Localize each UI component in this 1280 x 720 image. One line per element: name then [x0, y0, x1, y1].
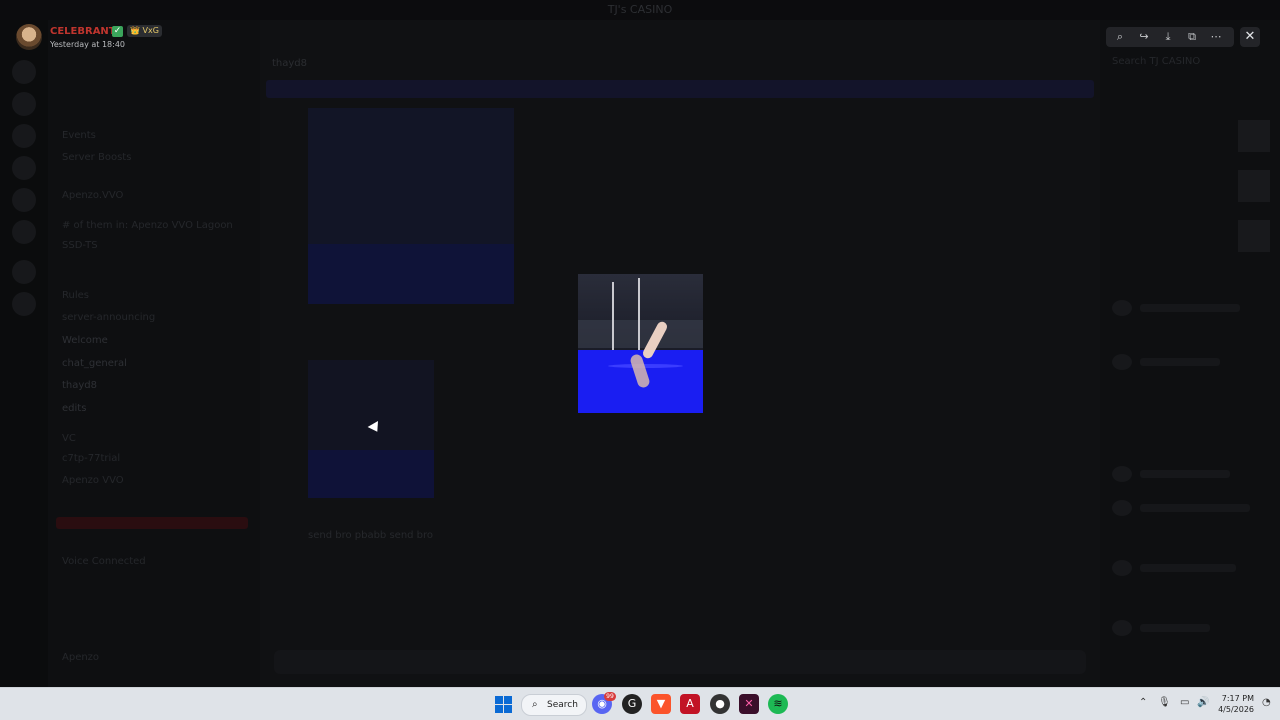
pole — [612, 282, 614, 352]
thumbnail[interactable] — [1238, 170, 1270, 202]
spotify-icon[interactable]: ≋ — [768, 694, 788, 714]
member-name — [1140, 358, 1220, 366]
channel-item[interactable]: thayd8 — [62, 380, 97, 392]
microphone-icon[interactable]: 🎙 — [1158, 697, 1171, 708]
member-name — [1140, 564, 1236, 572]
author-tag-label: VxG — [142, 26, 159, 35]
author-avatar[interactable] — [16, 24, 42, 50]
server-icon[interactable] — [12, 260, 36, 284]
open-in-browser-icon[interactable]: ⧉ — [1180, 27, 1204, 47]
ripple — [608, 364, 683, 368]
unread-mentions-bar[interactable] — [56, 517, 248, 529]
channel-sidebar: Events Server Boosts Apenzo.VVO # of the… — [48, 20, 260, 688]
search-icon: ⌕ — [532, 699, 538, 710]
notification-badge: 99 — [604, 692, 616, 701]
editor-icon[interactable]: ✕ — [739, 694, 759, 714]
app-icon[interactable]: ● — [710, 694, 730, 714]
author-name[interactable]: CELEBRANT — [50, 26, 116, 37]
close-viewer-button[interactable]: ✕ — [1240, 27, 1260, 47]
acrobat-icon[interactable]: A — [680, 694, 700, 714]
network-icon[interactable]: ▭ — [1180, 697, 1189, 708]
server-icon[interactable] — [12, 60, 36, 84]
thumbnail[interactable] — [1238, 220, 1270, 252]
thumbnail[interactable] — [1238, 120, 1270, 152]
forward-icon[interactable]: ↪ — [1132, 27, 1156, 47]
channel-item[interactable]: edits — [62, 403, 86, 415]
channel-item[interactable]: Apenzo.VVO — [62, 190, 123, 202]
clock-date: 4/5/2026 — [1218, 705, 1254, 714]
member-avatar[interactable] — [1112, 560, 1132, 576]
zoom-icon[interactable]: ⌕ — [1108, 27, 1132, 47]
member-avatar[interactable] — [1112, 620, 1132, 636]
search-field[interactable]: Search TJ CASINO — [1112, 56, 1200, 68]
download-icon[interactable]: ⤓ — [1156, 27, 1180, 47]
channel-item[interactable]: VC — [62, 433, 76, 445]
member-name — [1140, 504, 1250, 512]
member-name — [1140, 304, 1240, 312]
server-icon[interactable] — [12, 292, 36, 316]
channel-item[interactable]: Rules — [62, 290, 89, 302]
channel-item[interactable]: Welcome — [62, 335, 108, 347]
more-options-icon[interactable]: ⋯ — [1204, 27, 1228, 47]
channel-item[interactable]: server-announcing — [62, 312, 155, 324]
fence — [578, 320, 703, 348]
server-icon[interactable] — [12, 220, 36, 244]
channel-item[interactable]: Events — [62, 130, 96, 142]
channel-item[interactable]: c7tp-77trial — [62, 453, 120, 465]
voice-status: Voice Connected — [62, 556, 146, 567]
window-title: TJ's CASINO — [607, 3, 673, 16]
viewer-toolbar: ⌕ ↪ ⤓ ⧉ ⋯ — [1106, 27, 1234, 47]
taskbar-search[interactable]: ⌕ Search — [521, 694, 587, 716]
notifications-icon[interactable]: ◔ — [1262, 697, 1271, 708]
show-hidden-icons-icon[interactable]: ⌃ — [1139, 697, 1147, 708]
viewer-image[interactable] — [578, 274, 703, 413]
notice-banner — [266, 80, 1094, 98]
verified-check-icon: ✓ — [112, 26, 123, 37]
pool-water — [308, 244, 514, 304]
message-timestamp: Yesterday at 18:40 — [50, 40, 126, 49]
member-avatar[interactable] — [1112, 300, 1132, 316]
server-list — [0, 20, 48, 688]
channel-item[interactable]: chat_general — [62, 358, 127, 370]
window-titlebar: TJ's CASINO — [0, 0, 1280, 20]
server-icon[interactable] — [12, 188, 36, 212]
pool-water — [308, 450, 434, 498]
server-icon[interactable] — [12, 156, 36, 180]
member-avatar[interactable] — [1112, 466, 1132, 482]
discord-icon[interactable]: ◉ 99 — [592, 692, 616, 714]
g-app-icon[interactable]: G — [622, 694, 642, 714]
member-name — [1140, 470, 1230, 478]
server-icon[interactable] — [12, 92, 36, 116]
member-sidebar: Search TJ CASINO — [1100, 20, 1280, 688]
clock-time: 7:17 PM — [1221, 694, 1254, 703]
channel-item[interactable]: # of them in: Apenzo VVO Lagoon — [62, 220, 233, 232]
message-composer[interactable] — [274, 650, 1086, 674]
server-icon[interactable] — [12, 124, 36, 148]
brave-icon[interactable]: ▼ — [651, 694, 671, 714]
channel-item[interactable]: Server Boosts — [62, 152, 131, 164]
volume-icon[interactable]: 🔊 — [1197, 697, 1209, 708]
system-clock[interactable]: 7:17 PM 4/5/2026 — [1218, 693, 1254, 715]
member-avatar[interactable] — [1112, 354, 1132, 370]
pole — [638, 278, 640, 352]
current-user-name: Apenzo — [62, 652, 100, 663]
search-label: Search — [547, 700, 578, 710]
chat-image[interactable] — [308, 108, 514, 304]
member-avatar[interactable] — [1112, 500, 1132, 516]
start-button[interactable] — [493, 694, 513, 714]
member-name — [1140, 624, 1210, 632]
channel-item[interactable]: SSD-TS — [62, 240, 98, 252]
windows-taskbar: ⌕ Search ◉ 99 G ▼ A ● ✕ ≋ ⌃ 🎙 ▭ 🔊 7:17 P… — [0, 687, 1280, 720]
chat-message-text: send bro pbabb send bro — [308, 530, 434, 541]
author-tag: 👑 VxG — [127, 25, 162, 37]
channel-item[interactable]: Apenzo VVO — [62, 475, 124, 487]
